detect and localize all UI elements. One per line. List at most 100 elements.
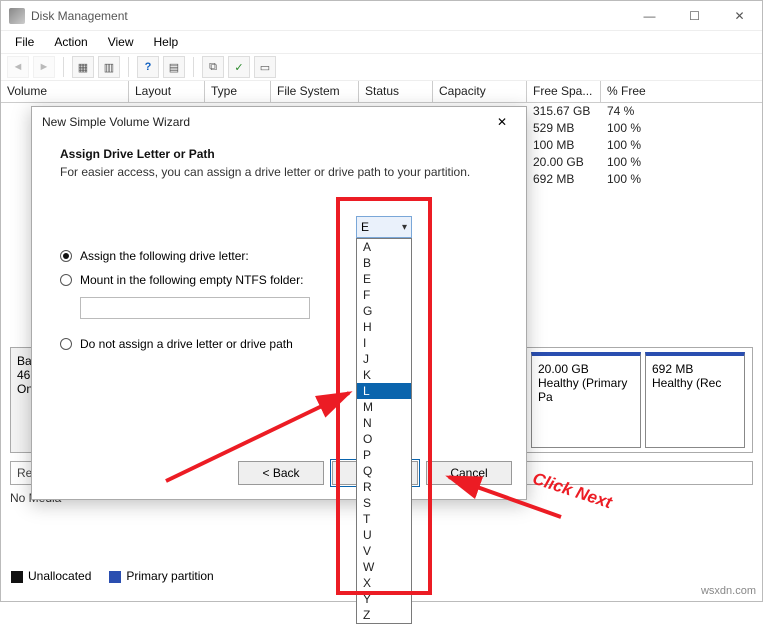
col-pctfree[interactable]: % Free (601, 81, 762, 102)
cell-free: 100 MB (527, 137, 601, 154)
cell-pct: 74 % (601, 103, 640, 120)
maximize-button[interactable]: ☐ (672, 1, 717, 31)
back-button[interactable]: ◄ (7, 56, 29, 78)
menu-file[interactable]: File (7, 33, 42, 51)
cell-free: 315.67 GB (527, 103, 601, 120)
dialog-close-button[interactable]: ✕ (488, 111, 516, 133)
drive-letter-option[interactable]: A (357, 239, 411, 255)
new-simple-volume-wizard: New Simple Volume Wizard ✕ Assign Drive … (31, 106, 527, 500)
col-capacity[interactable]: Capacity (433, 81, 527, 102)
cell-free: 20.00 GB (527, 154, 601, 171)
drive-letter-option[interactable]: X (357, 575, 411, 591)
toolbar-icon-5[interactable]: ✓ (228, 56, 250, 78)
menu-action[interactable]: Action (46, 33, 95, 51)
dialog-titlebar: New Simple Volume Wizard ✕ (32, 107, 526, 137)
dialog-title: New Simple Volume Wizard (42, 115, 488, 129)
cell-free: 692 MB (527, 171, 601, 188)
drive-letter-combo[interactable]: E ▾ (356, 216, 412, 238)
ntfs-folder-input[interactable] (80, 297, 310, 319)
minimize-button[interactable]: — (627, 1, 672, 31)
volume-size: 692 MB (652, 362, 738, 376)
disk-management-window: Disk Management — ☐ ✕ File Action View H… (0, 0, 763, 602)
drive-letter-option[interactable]: R (357, 479, 411, 495)
volume-status: Healthy (Primary Pa (538, 376, 634, 404)
drive-letter-option[interactable]: I (357, 335, 411, 351)
drive-letter-option[interactable]: Q (357, 463, 411, 479)
col-layout[interactable]: Layout (129, 81, 205, 102)
volume-block[interactable]: 20.00 GB Healthy (Primary Pa (531, 352, 641, 448)
drive-letter-option[interactable]: T (357, 511, 411, 527)
option-label: Mount in the following empty NTFS folder… (80, 273, 303, 287)
drive-letter-option[interactable]: U (357, 527, 411, 543)
radio-mount-folder[interactable] (60, 274, 72, 286)
drive-letter-option[interactable]: F (357, 287, 411, 303)
grid-header: Volume Layout Type File System Status Ca… (1, 81, 762, 103)
titlebar: Disk Management — ☐ ✕ (1, 1, 762, 31)
toolbar-icon-6[interactable]: ▭ (254, 56, 276, 78)
drive-letter-option[interactable]: O (357, 431, 411, 447)
volume-status: Healthy (Rec (652, 376, 738, 390)
cell-free: 529 MB (527, 120, 601, 137)
drive-letter-option[interactable]: H (357, 319, 411, 335)
toolbar-icon-1[interactable]: ▦ (72, 56, 94, 78)
option-mount-folder[interactable]: Mount in the following empty NTFS folder… (60, 273, 498, 287)
drive-letter-option[interactable]: Y (357, 591, 411, 607)
cell-pct: 100 % (601, 154, 647, 171)
option-assign-letter[interactable]: Assign the following drive letter: (60, 249, 498, 263)
volume-block[interactable]: 692 MB Healthy (Rec (645, 352, 745, 448)
radio-assign-letter[interactable] (60, 250, 72, 262)
close-button[interactable]: ✕ (717, 1, 762, 31)
back-button[interactable]: < Back (238, 461, 324, 485)
drive-letter-option[interactable]: M (357, 399, 411, 415)
drive-letter-option[interactable]: K (357, 367, 411, 383)
toolbar-icon-3[interactable]: ▤ (163, 56, 185, 78)
menu-help[interactable]: Help (146, 33, 187, 51)
drive-letter-option[interactable]: J (357, 351, 411, 367)
drive-letter-option[interactable]: G (357, 303, 411, 319)
drive-letter-option[interactable]: N (357, 415, 411, 431)
cell-pct: 100 % (601, 137, 647, 154)
toolbar: ◄ ► ▦ ▥ ? ▤ ⧉ ✓ ▭ (1, 53, 762, 81)
app-icon (9, 8, 25, 24)
menu-view[interactable]: View (100, 33, 142, 51)
col-volume[interactable]: Volume (1, 81, 129, 102)
option-label: Do not assign a drive letter or drive pa… (80, 337, 293, 351)
toolbar-separator (193, 57, 194, 77)
drive-letter-option[interactable]: L (357, 383, 411, 399)
chevron-down-icon: ▾ (402, 222, 407, 233)
forward-button[interactable]: ► (33, 56, 55, 78)
col-filesystem[interactable]: File System (271, 81, 359, 102)
cell-pct: 100 % (601, 120, 647, 137)
option-no-assign[interactable]: Do not assign a drive letter or drive pa… (60, 337, 498, 351)
toolbar-icon-4[interactable]: ⧉ (202, 56, 224, 78)
col-type[interactable]: Type (205, 81, 271, 102)
menubar: File Action View Help (1, 31, 762, 53)
dialog-heading: Assign Drive Letter or Path (60, 147, 498, 161)
drive-letter-option[interactable]: P (357, 447, 411, 463)
col-freespace[interactable]: Free Spa... (527, 81, 601, 102)
watermark: wsxdn.com (701, 585, 756, 597)
drive-letter-option[interactable]: W (357, 559, 411, 575)
drive-letter-option[interactable]: E (357, 271, 411, 287)
drive-letter-option[interactable]: V (357, 543, 411, 559)
drive-letter-option[interactable]: S (357, 495, 411, 511)
window-title: Disk Management (31, 9, 627, 23)
legend-unallocated: Unallocated (11, 569, 91, 583)
toolbar-separator (128, 57, 129, 77)
legend-primary: Primary partition (109, 569, 213, 583)
radio-no-assign[interactable] (60, 338, 72, 350)
drive-letter-option[interactable]: B (357, 255, 411, 271)
legend: Unallocated Primary partition (11, 569, 214, 583)
dialog-subtitle: For easier access, you can assign a driv… (60, 165, 498, 179)
col-status[interactable]: Status (359, 81, 433, 102)
drive-letter-list[interactable]: ABEFGHIJKLMNOPQRSTUVWXYZ (356, 238, 412, 624)
drive-letter-option[interactable]: Z (357, 607, 411, 623)
toolbar-separator (63, 57, 64, 77)
help-icon[interactable]: ? (137, 56, 159, 78)
option-label: Assign the following drive letter: (80, 249, 249, 263)
cell-pct: 100 % (601, 171, 647, 188)
cancel-button[interactable]: Cancel (426, 461, 512, 485)
drive-letter-selected: E (361, 220, 369, 234)
volume-size: 20.00 GB (538, 362, 634, 376)
toolbar-icon-2[interactable]: ▥ (98, 56, 120, 78)
